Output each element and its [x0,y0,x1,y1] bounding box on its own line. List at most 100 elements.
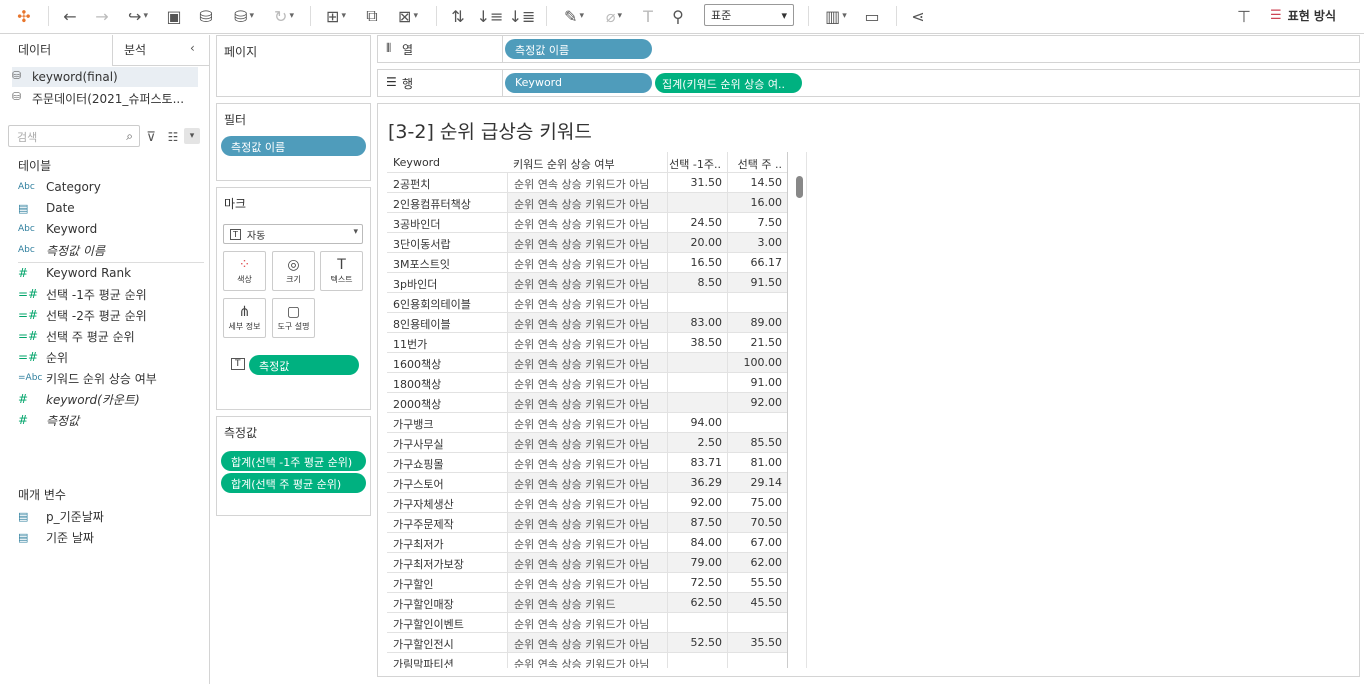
param-item[interactable]: ▤ p_기준날짜 [18,506,104,526]
cell-prev-week[interactable]: 36.29 [667,473,727,492]
cell-prev-week[interactable]: 84.00 [667,533,727,552]
cell-keyword[interactable]: 가구자체생산 [393,496,507,512]
field-item[interactable]: =# 선택 주 평균 순위 [18,326,135,346]
field-item[interactable]: Abc Keyword [18,219,97,239]
detail-button[interactable]: ⋔ 세부 정보 [223,298,266,338]
cell-prev-week[interactable]: 2.50 [667,433,727,452]
cell-keyword[interactable]: 가구쇼핑몰 [393,456,507,472]
text-button[interactable]: T 텍스트 [320,251,363,291]
cell-current-week[interactable]: 14.50 [727,173,787,192]
cell-keyword[interactable]: 11번가 [393,336,507,352]
cell-current-week[interactable] [727,613,787,632]
sort-ascending-icon[interactable]: ↓≡ [477,4,504,28]
cell-current-week[interactable]: 35.50 [727,633,787,652]
cell-keyword[interactable]: 가구할인 [393,576,507,592]
cell-current-week[interactable]: 67.00 [727,533,787,552]
cell-keyword[interactable]: 가구할인전시 [393,636,507,652]
clear-sheet-icon[interactable]: ⊠ [390,4,426,28]
device-preview-icon[interactable]: ⊤ [1232,4,1256,28]
cell-keyword[interactable]: 가림막파티션 [393,656,507,668]
cell-prev-week[interactable] [667,613,727,632]
datasource-item[interactable]: ⛁ keyword(final) [12,67,198,87]
replay-icon[interactable]: ↪ [120,4,156,28]
cell-current-week[interactable]: 92.00 [727,393,787,412]
header-prev-week[interactable]: 선택 -1주.. [667,152,727,172]
cell-current-week[interactable]: 100.00 [727,353,787,372]
duplicate-sheet-icon[interactable]: ⧉ [360,4,384,28]
cell-current-week[interactable]: 81.00 [727,453,787,472]
cell-rank-status[interactable]: 순위 연속 상승 키워드가 아님 [507,253,667,272]
share-icon[interactable]: ⋖ [906,4,930,28]
param-item[interactable]: ▤ 기준 날짜 [18,527,94,547]
color-button[interactable]: ⁘ 색상 [223,251,266,291]
redo-icon[interactable]: → [90,4,114,28]
marks-measure-pill[interactable]: 측정값 [249,355,359,375]
cell-current-week[interactable]: 21.50 [727,333,787,352]
field-item[interactable]: =# 순위 [18,347,68,367]
tab-data[interactable]: 데이터 [8,35,61,65]
cell-prev-week[interactable] [667,293,727,312]
cell-keyword[interactable]: 2인용컴퓨터책상 [393,196,507,212]
cell-rank-status[interactable]: 순위 연속 상승 키워드가 아님 [507,333,667,352]
cell-rank-status[interactable]: 순위 연속 상승 키워드가 아님 [507,573,667,592]
collapse-icon[interactable]: ‹ [186,35,199,65]
view-options-dropdown-icon[interactable]: ▾ [184,128,200,144]
filters-card[interactable]: 필터 측정값 이름 [216,103,371,181]
tooltip-button[interactable]: ▢ 도구 설명 [272,298,315,338]
cell-current-week[interactable]: 66.17 [727,253,787,272]
sort-descending-icon[interactable]: ↓≣ [509,4,536,28]
field-item[interactable]: # Keyword Rank [18,263,131,283]
show-me-button[interactable]: ☰ 표현 방식 [1270,7,1336,24]
cell-current-week[interactable]: 89.00 [727,313,787,332]
new-datasource-icon[interactable]: ⛁ [194,4,218,28]
cell-keyword[interactable]: 3M포스트잇 [393,256,507,272]
fit-select[interactable]: 표준 ▾ [704,4,794,26]
cell-prev-week[interactable]: 87.50 [667,513,727,532]
highlight-icon[interactable]: ✎ [556,4,592,28]
size-button[interactable]: ◎ 크기 [272,251,315,291]
cell-prev-week[interactable]: 20.00 [667,233,727,252]
cell-current-week[interactable]: 70.50 [727,513,787,532]
cell-rank-status[interactable]: 순위 연속 상승 키워드가 아님 [507,213,667,232]
cell-current-week[interactable]: 16.00 [727,193,787,212]
cell-prev-week[interactable]: 83.71 [667,453,727,472]
cell-keyword[interactable]: 1600책상 [393,356,507,372]
tab-analytics[interactable]: 분석 [114,35,156,65]
cell-keyword[interactable]: 가구최저가 [393,536,507,552]
cell-prev-week[interactable]: 24.50 [667,213,727,232]
cell-prev-week[interactable]: 52.50 [667,633,727,652]
cell-keyword[interactable]: 가구뱅크 [393,416,507,432]
cell-prev-week[interactable]: 92.00 [667,493,727,512]
cell-keyword[interactable]: 6인용회의테이블 [393,296,507,312]
cell-rank-status[interactable]: 순위 연속 상승 키워드가 아님 [507,373,667,392]
cell-prev-week[interactable]: 94.00 [667,413,727,432]
presentation-icon[interactable]: ▭ [860,4,884,28]
cell-prev-week[interactable] [667,353,727,372]
cell-rank-status[interactable]: 순위 연속 상승 키워드가 아님 [507,313,667,332]
cell-keyword[interactable]: 3p바인더 [393,276,507,292]
cell-prev-week[interactable]: 72.50 [667,573,727,592]
cell-rank-status[interactable]: 순위 연속 상승 키워드가 아님 [507,233,667,252]
cell-rank-status[interactable]: 순위 연속 상승 키워드가 아님 [507,433,667,452]
cell-keyword[interactable]: 1800책상 [393,376,507,392]
save-icon[interactable]: ▣ [162,4,186,28]
header-rank-status[interactable]: 키워드 순위 상승 여부 [513,152,663,172]
undo-icon[interactable]: ← [58,4,82,28]
cell-prev-week[interactable] [667,653,727,668]
cell-rank-status[interactable]: 순위 연속 상승 키워드가 아님 [507,413,667,432]
cell-rank-status[interactable]: 순위 연속 상승 키워드가 아님 [507,613,667,632]
cell-current-week[interactable]: 3.00 [727,233,787,252]
cell-prev-week[interactable]: 16.50 [667,253,727,272]
show-cards-icon[interactable]: ▥ [818,4,854,28]
measure-pill[interactable]: 합계(선택 -1주 평균 순위) [221,451,366,471]
label-icon[interactable]: T [636,4,660,28]
cell-keyword[interactable]: 3공바인더 [393,216,507,232]
cell-prev-week[interactable]: 62.50 [667,593,727,612]
cell-prev-week[interactable]: 83.00 [667,313,727,332]
pages-card[interactable]: 페이지 [216,35,371,97]
cell-rank-status[interactable]: 순위 연속 상승 키워드가 아님 [507,453,667,472]
rows-shelf[interactable]: ☰ 행 Keyword 집계(키워드 순위 상승 여.. [377,69,1360,97]
cell-rank-status[interactable]: 순위 연속 상승 키워드가 아님 [507,173,667,192]
cell-keyword[interactable]: 8인용테이블 [393,316,507,332]
scrollbar-track[interactable] [806,152,807,668]
